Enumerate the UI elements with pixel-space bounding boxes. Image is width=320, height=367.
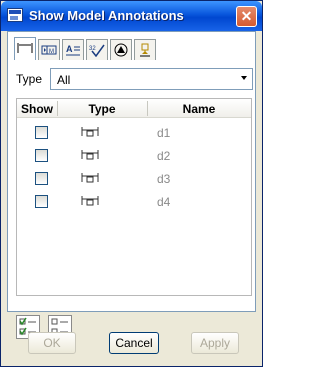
- geometric-tolerance-tab-icon: M: [41, 45, 57, 55]
- surface-finish-tab[interactable]: 32: [86, 39, 108, 60]
- show-checkbox[interactable]: [35, 172, 48, 185]
- app-icon: [7, 8, 23, 22]
- type-label: Type: [16, 72, 43, 86]
- surface-finish-tab-icon: 32: [89, 44, 105, 58]
- column-header-type[interactable]: Type: [57, 102, 147, 116]
- show-checkbox[interactable]: [35, 126, 48, 139]
- dimension-tab[interactable]: [14, 37, 36, 60]
- annotations-table: Show Type Name d1 d2 d3 d4: [16, 98, 252, 296]
- chevron-down-icon: [241, 76, 247, 80]
- ok-button[interactable]: OK: [28, 332, 76, 354]
- note-tab[interactable]: A: [62, 39, 84, 60]
- symbol-tab-icon: [114, 43, 128, 57]
- annotation-name: d2: [157, 149, 171, 163]
- close-button[interactable]: ✕: [236, 6, 257, 27]
- type-filter-row: Type All: [16, 68, 253, 90]
- title-bar[interactable]: Show Model Annotations ✕: [1, 1, 262, 31]
- table-row[interactable]: d3: [17, 168, 251, 190]
- column-header-name[interactable]: Name: [147, 102, 251, 116]
- symbol-tab[interactable]: [110, 39, 132, 60]
- column-header-show[interactable]: Show: [17, 102, 57, 116]
- note-tab-icon: A: [66, 44, 80, 56]
- show-checkbox[interactable]: [35, 195, 48, 208]
- svg-text:A: A: [66, 44, 73, 54]
- type-dropdown-value: All: [57, 73, 71, 87]
- show-checkbox[interactable]: [35, 149, 48, 162]
- dialog-content: M A 32 Type All Show Type Name d1 d2 d3 …: [7, 31, 256, 339]
- table-row[interactable]: d4: [17, 191, 251, 213]
- annotation-name: d4: [157, 195, 171, 209]
- annotation-name: d1: [157, 126, 171, 140]
- dimension-icon: [81, 173, 99, 183]
- dimension-icon: [81, 127, 99, 137]
- datum-tab[interactable]: [134, 39, 156, 60]
- apply-button[interactable]: Apply: [191, 332, 239, 354]
- dialog-title: Show Model Annotations: [29, 8, 184, 23]
- dimension-icon: [81, 196, 99, 206]
- svg-text:M: M: [49, 49, 54, 55]
- type-dropdown[interactable]: All: [50, 68, 253, 90]
- dimension-tab-icon: [17, 43, 33, 53]
- table-row[interactable]: d2: [17, 145, 251, 167]
- dialog-buttons: OK Cancel Apply: [1, 319, 262, 359]
- annotation-name: d3: [157, 172, 171, 186]
- geometric-tolerance-tab[interactable]: M: [38, 39, 60, 60]
- dialog-window: Show Model Annotations ✕ M A 32 Type All…: [0, 0, 263, 367]
- table-row[interactable]: d1: [17, 122, 251, 144]
- dimension-icon: [81, 150, 99, 160]
- cancel-button[interactable]: Cancel: [109, 332, 159, 354]
- datum-tab-icon: [140, 43, 150, 57]
- table-header: Show Type Name: [17, 99, 251, 118]
